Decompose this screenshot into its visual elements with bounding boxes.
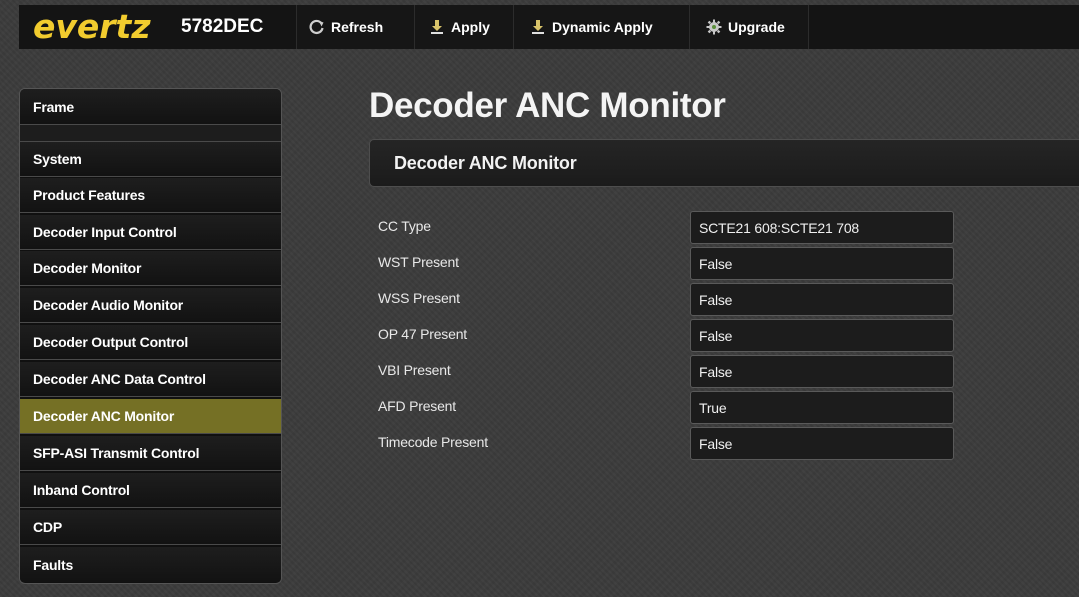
upgrade-label: Upgrade bbox=[728, 19, 785, 35]
sidebar-item-frame[interactable]: Frame bbox=[20, 89, 281, 125]
download-arrow-icon bbox=[429, 19, 447, 35]
sidebar-item-label: Frame bbox=[33, 98, 75, 115]
gear-icon bbox=[706, 19, 724, 35]
field-label-wss-present: WSS Present bbox=[378, 290, 460, 306]
page-title: Decoder ANC Monitor bbox=[369, 86, 726, 125]
sidebar-item-cdp[interactable]: CDP bbox=[20, 510, 281, 545]
sidebar-item-label: SFP-ASI Transmit Control bbox=[33, 445, 200, 461]
top-bar: evertz 5782DEC Refresh Apply Dynamic App… bbox=[19, 5, 1079, 49]
field-value-afd-present: True bbox=[690, 391, 954, 424]
sidebar-item-label: Decoder Monitor bbox=[33, 260, 142, 276]
field-value-wst-present: False bbox=[690, 247, 954, 280]
dynamic-apply-label: Dynamic Apply bbox=[552, 19, 653, 35]
sidebar-item-label: Decoder Output Control bbox=[33, 334, 189, 350]
sidebar-item-decoder-input-control[interactable]: Decoder Input Control bbox=[20, 215, 281, 250]
dynamic-apply-button[interactable]: Dynamic Apply bbox=[514, 5, 689, 49]
sidebar-item-inband-control[interactable]: Inband Control bbox=[20, 473, 281, 508]
section-header: Decoder ANC Monitor bbox=[369, 139, 1079, 187]
field-value-vbi-present: False bbox=[690, 355, 954, 388]
evertz-logo: evertz bbox=[33, 7, 151, 46]
sidebar-item-decoder-monitor[interactable]: Decoder Monitor bbox=[20, 251, 281, 286]
sidebar-item-label: System bbox=[33, 151, 82, 167]
apply-button[interactable]: Apply bbox=[415, 5, 513, 49]
sidebar-item-label: Inband Control bbox=[33, 482, 130, 498]
sidebar-divider bbox=[20, 125, 281, 142]
sidebar-item-label: Decoder Input Control bbox=[33, 224, 177, 240]
sidebar-item-label: Decoder Audio Monitor bbox=[33, 297, 184, 313]
section-title: Decoder ANC Monitor bbox=[394, 153, 577, 173]
field-label-afd-present: AFD Present bbox=[378, 398, 456, 414]
field-value-wss-present: False bbox=[690, 283, 954, 316]
device-model: 5782DEC bbox=[181, 16, 264, 37]
sidebar-item-faults[interactable]: Faults bbox=[20, 547, 281, 582]
field-label-op47-present: OP 47 Present bbox=[378, 326, 467, 342]
sidebar-item-label: CDP bbox=[33, 519, 62, 535]
sidebar-item-label: Decoder ANC Data Control bbox=[33, 371, 206, 387]
sidebar-item-label: Product Features bbox=[33, 187, 145, 203]
sidebar-item-label: Faults bbox=[33, 556, 74, 573]
sidebar-item-system[interactable]: System bbox=[20, 142, 281, 177]
field-label-cc-type: CC Type bbox=[378, 218, 431, 234]
field-label-wst-present: WST Present bbox=[378, 254, 459, 270]
download-arrow-icon bbox=[530, 19, 548, 35]
sidebar-item-label: Decoder ANC Monitor bbox=[33, 408, 175, 424]
sidebar-item-decoder-output-control[interactable]: Decoder Output Control bbox=[20, 325, 281, 360]
refresh-label: Refresh bbox=[331, 19, 384, 35]
refresh-button[interactable]: Refresh bbox=[297, 5, 414, 49]
sidebar: Frame System Product Features Decoder In… bbox=[19, 88, 282, 584]
refresh-icon bbox=[309, 19, 327, 35]
page: evertz 5782DEC Refresh Apply Dynamic App… bbox=[0, 0, 1079, 597]
field-value-op47-present: False bbox=[690, 319, 954, 352]
upgrade-button[interactable]: Upgrade bbox=[690, 5, 808, 49]
sidebar-item-decoder-anc-data-control[interactable]: Decoder ANC Data Control bbox=[20, 362, 281, 397]
sidebar-item-sfp-asi-transmit-control[interactable]: SFP-ASI Transmit Control bbox=[20, 436, 281, 471]
field-value-cc-type: SCTE21 608:SCTE21 708 bbox=[690, 211, 954, 244]
field-label-timecode-present: Timecode Present bbox=[378, 434, 488, 450]
sidebar-item-decoder-anc-monitor[interactable]: Decoder ANC Monitor bbox=[20, 399, 281, 434]
field-value-timecode-present: False bbox=[690, 427, 954, 460]
apply-label: Apply bbox=[451, 19, 490, 35]
sidebar-item-decoder-audio-monitor[interactable]: Decoder Audio Monitor bbox=[20, 288, 281, 323]
field-label-vbi-present: VBI Present bbox=[378, 362, 451, 378]
sidebar-item-product-features[interactable]: Product Features bbox=[20, 178, 281, 213]
